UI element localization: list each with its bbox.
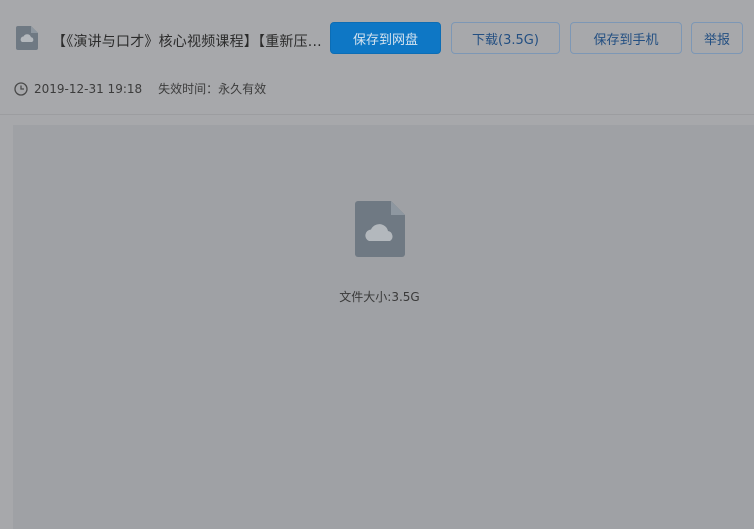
share-date: 2019-12-31 19:18	[34, 81, 143, 96]
file-size-label: 文件大小:3.5G	[339, 290, 420, 304]
expire-time: 失效时间：永久有效	[158, 82, 267, 96]
cloud-file-icon	[16, 26, 38, 50]
download-button[interactable]: 下载(3.5G)	[451, 22, 560, 54]
file-header: 【《演讲与口才》核心视频课程】【重新压... 保存到网盘 下载(3.5G) 保存…	[0, 0, 754, 115]
report-button[interactable]: 举报	[691, 22, 743, 54]
save-to-phone-button[interactable]: 保存到手机	[570, 22, 682, 54]
cloud-file-preview-icon	[355, 201, 405, 257]
file-meta: 2019-12-31 19:18 失效时间：永久有效	[14, 80, 266, 97]
save-to-netdisk-button[interactable]: 保存到网盘	[330, 22, 441, 54]
share-page: 【《演讲与口才》核心视频课程】【重新压... 保存到网盘 下载(3.5G) 保存…	[0, 0, 754, 529]
clock-icon	[14, 81, 28, 96]
file-preview: 文件大小:3.5G	[13, 125, 754, 529]
file-title: 【《演讲与口才》核心视频课程】【重新压...	[52, 34, 322, 50]
